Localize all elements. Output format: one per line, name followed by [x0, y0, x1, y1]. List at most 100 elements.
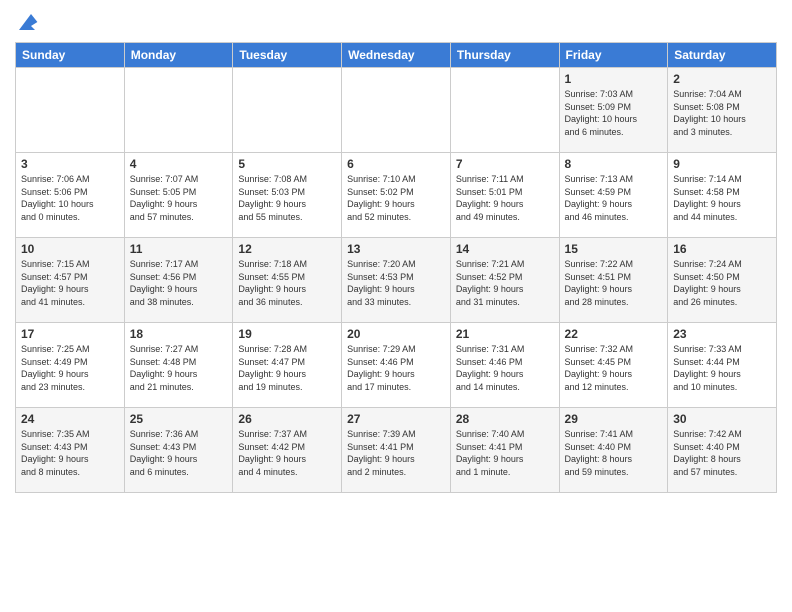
day-info: Sunrise: 7:13 AM Sunset: 4:59 PM Dayligh…: [565, 173, 663, 223]
day-info: Sunrise: 7:29 AM Sunset: 4:46 PM Dayligh…: [347, 343, 445, 393]
calendar-week-3: 10 Sunrise: 7:15 AM Sunset: 4:57 PM Dayli…: [16, 238, 777, 323]
header-monday: Monday: [124, 43, 233, 68]
day-info: Sunrise: 7:28 AM Sunset: 4:47 PM Dayligh…: [238, 343, 336, 393]
day-number: 22: [565, 327, 663, 341]
calendar-cell: 5Sunrise: 7:08 AM Sunset: 5:03 PM Daylig…: [233, 153, 342, 238]
day-info: Sunrise: 7:40 AM Sunset: 4:41 PM Dayligh…: [456, 428, 554, 478]
day-number: 12: [238, 242, 336, 256]
day-number: 27: [347, 412, 445, 426]
day-number: 3: [21, 157, 119, 171]
calendar-cell: 25 Sunrise: 7:36 AM Sunset: 4:43 PM Dayli…: [124, 408, 233, 493]
day-info: Sunrise: 7:21 AM Sunset: 4:52 PM Dayligh…: [456, 258, 554, 308]
header-sunday: Sunday: [16, 43, 125, 68]
calendar-cell: 23 Sunrise: 7:33 AM Sunset: 4:44 PM Dayli…: [668, 323, 777, 408]
day-number: 25: [130, 412, 228, 426]
page-header: [15, 10, 777, 34]
day-number: 23: [673, 327, 771, 341]
day-number: 21: [456, 327, 554, 341]
calendar-cell: 20 Sunrise: 7:29 AM Sunset: 4:46 PM Dayli…: [342, 323, 451, 408]
calendar-cell: 3 Sunrise: 7:06 AM Sunset: 5:06 PM Daylig…: [16, 153, 125, 238]
day-info: Sunrise: 7:06 AM Sunset: 5:06 PM Dayligh…: [21, 173, 119, 223]
day-info: Sunrise: 7:25 AM Sunset: 4:49 PM Dayligh…: [21, 343, 119, 393]
day-number: 4: [130, 157, 228, 171]
day-info: Sunrise: 7:31 AM Sunset: 4:46 PM Dayligh…: [456, 343, 554, 393]
day-info: Sunrise: 7:18 AM Sunset: 4:55 PM Dayligh…: [238, 258, 336, 308]
day-info: Sunrise: 7:36 AM Sunset: 4:43 PM Dayligh…: [130, 428, 228, 478]
calendar-cell: [16, 68, 125, 153]
calendar-cell: 8Sunrise: 7:13 AM Sunset: 4:59 PM Daylig…: [559, 153, 668, 238]
calendar-cell: [450, 68, 559, 153]
day-number: 30: [673, 412, 771, 426]
day-number: 14: [456, 242, 554, 256]
day-info: Sunrise: 7:20 AM Sunset: 4:53 PM Dayligh…: [347, 258, 445, 308]
day-info: Sunrise: 7:35 AM Sunset: 4:43 PM Dayligh…: [21, 428, 119, 478]
day-number: 26: [238, 412, 336, 426]
calendar-cell: 27 Sunrise: 7:39 AM Sunset: 4:41 PM Dayli…: [342, 408, 451, 493]
calendar-cell: [124, 68, 233, 153]
calendar-cell: 13 Sunrise: 7:20 AM Sunset: 4:53 PM Dayli…: [342, 238, 451, 323]
header-wednesday: Wednesday: [342, 43, 451, 68]
day-number: 15: [565, 242, 663, 256]
day-info: Sunrise: 7:27 AM Sunset: 4:48 PM Dayligh…: [130, 343, 228, 393]
day-number: 2: [673, 72, 771, 86]
day-info: Sunrise: 7:32 AM Sunset: 4:45 PM Dayligh…: [565, 343, 663, 393]
header-saturday: Saturday: [668, 43, 777, 68]
header-thursday: Thursday: [450, 43, 559, 68]
calendar-header-row: SundayMondayTuesdayWednesdayThursdayFrid…: [16, 43, 777, 68]
day-info: Sunrise: 7:17 AM Sunset: 4:56 PM Dayligh…: [130, 258, 228, 308]
day-number: 29: [565, 412, 663, 426]
day-number: 13: [347, 242, 445, 256]
day-number: 5: [238, 157, 336, 171]
calendar-cell: 21 Sunrise: 7:31 AM Sunset: 4:46 PM Dayli…: [450, 323, 559, 408]
day-info: Sunrise: 7:15 AM Sunset: 4:57 PM Dayligh…: [21, 258, 119, 308]
logo: [15, 10, 41, 34]
day-info: Sunrise: 7:10 AM Sunset: 5:02 PM Dayligh…: [347, 173, 445, 223]
day-number: 10: [21, 242, 119, 256]
calendar-cell: [342, 68, 451, 153]
day-number: 18: [130, 327, 228, 341]
header-tuesday: Tuesday: [233, 43, 342, 68]
day-number: 6: [347, 157, 445, 171]
calendar-cell: 17 Sunrise: 7:25 AM Sunset: 4:49 PM Dayli…: [16, 323, 125, 408]
calendar-cell: 24 Sunrise: 7:35 AM Sunset: 4:43 PM Dayli…: [16, 408, 125, 493]
calendar-cell: 10 Sunrise: 7:15 AM Sunset: 4:57 PM Dayli…: [16, 238, 125, 323]
logo-icon: [15, 10, 39, 34]
day-info: Sunrise: 7:22 AM Sunset: 4:51 PM Dayligh…: [565, 258, 663, 308]
day-number: 16: [673, 242, 771, 256]
day-number: 9: [673, 157, 771, 171]
calendar-cell: 11 Sunrise: 7:17 AM Sunset: 4:56 PM Dayli…: [124, 238, 233, 323]
day-number: 1: [565, 72, 663, 86]
calendar-cell: 7 Sunrise: 7:11 AM Sunset: 5:01 PM Daylig…: [450, 153, 559, 238]
day-number: 17: [21, 327, 119, 341]
page-container: SundayMondayTuesdayWednesdayThursdayFrid…: [0, 0, 792, 503]
calendar-cell: 15 Sunrise: 7:22 AM Sunset: 4:51 PM Dayli…: [559, 238, 668, 323]
calendar-cell: 22 Sunrise: 7:32 AM Sunset: 4:45 PM Dayli…: [559, 323, 668, 408]
calendar-cell: 1 Sunrise: 7:03 AM Sunset: 5:09 PM Daylig…: [559, 68, 668, 153]
day-number: 28: [456, 412, 554, 426]
day-info: Sunrise: 7:11 AM Sunset: 5:01 PM Dayligh…: [456, 173, 554, 223]
calendar-cell: 30Sunrise: 7:42 AM Sunset: 4:40 PM Dayli…: [668, 408, 777, 493]
day-info: Sunrise: 7:33 AM Sunset: 4:44 PM Dayligh…: [673, 343, 771, 393]
day-number: 19: [238, 327, 336, 341]
day-info: Sunrise: 7:03 AM Sunset: 5:09 PM Dayligh…: [565, 88, 663, 138]
calendar-cell: 26Sunrise: 7:37 AM Sunset: 4:42 PM Dayli…: [233, 408, 342, 493]
calendar-cell: 16 Sunrise: 7:24 AM Sunset: 4:50 PM Dayli…: [668, 238, 777, 323]
calendar-cell: 6 Sunrise: 7:10 AM Sunset: 5:02 PM Daylig…: [342, 153, 451, 238]
calendar-cell: 4 Sunrise: 7:07 AM Sunset: 5:05 PM Daylig…: [124, 153, 233, 238]
day-info: Sunrise: 7:04 AM Sunset: 5:08 PM Dayligh…: [673, 88, 771, 138]
day-info: Sunrise: 7:24 AM Sunset: 4:50 PM Dayligh…: [673, 258, 771, 308]
day-info: Sunrise: 7:14 AM Sunset: 4:58 PM Dayligh…: [673, 173, 771, 223]
day-number: 7: [456, 157, 554, 171]
calendar-week-5: 24 Sunrise: 7:35 AM Sunset: 4:43 PM Dayli…: [16, 408, 777, 493]
calendar-cell: 18 Sunrise: 7:27 AM Sunset: 4:48 PM Dayli…: [124, 323, 233, 408]
header-friday: Friday: [559, 43, 668, 68]
day-number: 11: [130, 242, 228, 256]
day-info: Sunrise: 7:07 AM Sunset: 5:05 PM Dayligh…: [130, 173, 228, 223]
day-number: 24: [21, 412, 119, 426]
calendar-cell: 28 Sunrise: 7:40 AM Sunset: 4:41 PM Dayli…: [450, 408, 559, 493]
day-info: Sunrise: 7:39 AM Sunset: 4:41 PM Dayligh…: [347, 428, 445, 478]
calendar-cell: 9 Sunrise: 7:14 AM Sunset: 4:58 PM Daylig…: [668, 153, 777, 238]
calendar-cell: 19 Sunrise: 7:28 AM Sunset: 4:47 PM Dayli…: [233, 323, 342, 408]
calendar-week-1: 1 Sunrise: 7:03 AM Sunset: 5:09 PM Daylig…: [16, 68, 777, 153]
day-number: 20: [347, 327, 445, 341]
